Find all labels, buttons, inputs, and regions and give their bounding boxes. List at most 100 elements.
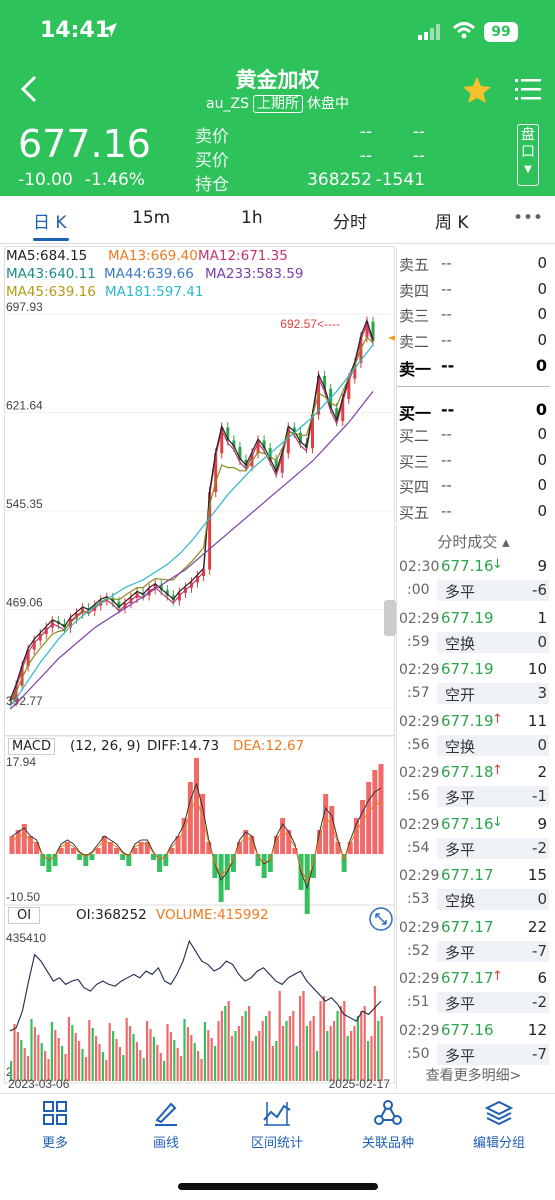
related-products-button[interactable]: 关联品种 xyxy=(333,1100,443,1151)
macd-histogram-bar xyxy=(89,854,95,860)
volume-bar xyxy=(20,1040,23,1081)
ob-label: 卖四 xyxy=(399,281,430,300)
range-stats-button[interactable]: 区间统计 xyxy=(222,1100,332,1151)
orderbook-toggle-button[interactable]: 盘口 ▼ xyxy=(517,124,539,186)
volume-bar xyxy=(203,1022,206,1081)
buy-quote: 买价 -- -- xyxy=(195,146,425,171)
edit-group-button[interactable]: 编辑分组 xyxy=(444,1100,554,1151)
tick-time: 02:29 xyxy=(399,1022,440,1039)
tick-trades-panel[interactable]: 分时成交 ▴ 02:30 677.16 ↓ 9:00 多平 -6 02:29 677.19 1:… xyxy=(396,525,549,1090)
tick-row: 02:29 677.19 ↑ 11:56 空换 0 xyxy=(397,710,549,762)
volume-bar xyxy=(54,1030,57,1081)
tick-kind: 多平 xyxy=(445,840,476,859)
volume-bar xyxy=(173,1040,176,1081)
tick-row: 02:29 677.18 ↑ 2:56 多平 -1 xyxy=(397,761,549,813)
sell-quote: 卖价 -- -- xyxy=(195,122,425,147)
tick-row: 02:29 677.16 12:50 多平 -7 xyxy=(397,1019,549,1071)
volume-bar xyxy=(316,1051,319,1081)
macd-selector[interactable]: MACD xyxy=(8,738,55,755)
macd-histogram-bar xyxy=(46,854,52,872)
chart-panel-handle[interactable] xyxy=(384,600,396,636)
tick-volume: 15 xyxy=(527,866,547,884)
tick-oi: 3 xyxy=(537,684,547,702)
volume-bar xyxy=(278,991,281,1081)
orderbook-row: 买四 -- 0 xyxy=(397,476,550,501)
volume-bar xyxy=(251,1041,254,1081)
tick-direction-icon: ↓ xyxy=(492,814,503,830)
tick-oi: -1 xyxy=(532,787,547,805)
market-state: 休盘中 xyxy=(306,96,349,112)
expand-chart-icon[interactable] xyxy=(368,906,394,932)
macd-histogram-bar xyxy=(157,854,163,872)
tick-seconds: :50 xyxy=(407,1045,430,1062)
exchange-badge: 上期所 xyxy=(252,95,303,113)
tab-weekly[interactable]: 周 K xyxy=(435,208,469,233)
max-price-marker: 692.57<---- xyxy=(280,317,340,331)
volume-bar xyxy=(166,1024,169,1081)
last-price-marker xyxy=(388,335,395,341)
status-bar: 14:41 99 xyxy=(0,0,555,58)
menu-list-icon[interactable] xyxy=(515,78,541,102)
pk-char-2: 口 xyxy=(521,144,535,160)
ob-label: 买三 xyxy=(399,452,430,471)
ob-price: -- xyxy=(441,330,452,349)
x-axis-start: 2023-03-06 xyxy=(8,1077,70,1091)
tab-1h[interactable]: 1h xyxy=(241,208,263,228)
bottom-toolbar: 更多 画线 区间统计 关联品种 编辑分组 xyxy=(0,1093,555,1157)
tick-time: 02:29 xyxy=(399,816,440,833)
volume-bar xyxy=(336,1011,339,1081)
change-percent: -1.46% xyxy=(84,170,145,190)
volume-bar xyxy=(135,1042,138,1081)
oi-selector[interactable]: OI xyxy=(8,907,41,924)
tick-kind: 空开 xyxy=(445,686,476,704)
draw-line-button[interactable]: 画线 xyxy=(111,1100,221,1151)
volume-bar xyxy=(210,1038,213,1081)
macd-histogram-bar xyxy=(194,758,199,854)
orderbook-row: 卖四 -- 0 xyxy=(397,280,550,305)
ticks-header[interactable]: 分时成交 ▴ xyxy=(397,531,549,552)
ob-price: -- xyxy=(441,425,452,443)
tick-volume: 6 xyxy=(537,969,547,987)
tab-intraday[interactable]: 分时 xyxy=(333,208,367,233)
kline-chart[interactable]: 697.93 621.64 545.35 469.06 392.77 692.57<---… xyxy=(4,246,395,1091)
tick-price: 677.19 xyxy=(441,711,494,730)
tick-row: 02:29 677.17 ↑ 6:51 多平 -2 xyxy=(397,967,549,1019)
sell-label: 卖价 xyxy=(195,127,229,147)
more-tabs-icon[interactable]: ••• xyxy=(513,208,543,228)
more-button[interactable]: 更多 xyxy=(0,1100,110,1151)
volume-bar xyxy=(78,1041,81,1081)
pk-char-1: 盘 xyxy=(521,127,535,143)
price-axis-label: 545.35 xyxy=(6,497,43,511)
volume-bar xyxy=(295,1046,298,1081)
tick-price: 677.16 xyxy=(441,557,494,575)
volume-bar xyxy=(112,1031,115,1081)
tick-kind: 多平 xyxy=(445,995,476,1013)
tick-volume: 9 xyxy=(537,557,547,575)
volume-bar xyxy=(200,1059,203,1081)
price-axis-label: 469.06 xyxy=(6,596,43,610)
volume-bar xyxy=(207,1030,210,1081)
ob-price: -- xyxy=(441,399,455,419)
macd-histogram-bar xyxy=(267,854,273,872)
ma5-label: MA5:684.15 xyxy=(6,248,88,264)
tick-row: 02:29 677.19 1:59 空换 0 xyxy=(397,607,549,659)
tab-daily[interactable]: 日 K xyxy=(33,208,67,233)
volume-bar xyxy=(380,1016,383,1081)
ob-label: 买一 xyxy=(399,403,432,423)
tick-volume: 22 xyxy=(527,917,547,936)
tick-volume: 10 xyxy=(527,660,547,678)
tick-volume: 12 xyxy=(527,1020,547,1039)
tab-15m[interactable]: 15m xyxy=(132,208,170,228)
period-tabs: 日 K 15m 1h 分时 周 K ••• xyxy=(0,196,555,244)
ob-label: 卖二 xyxy=(399,332,430,351)
volume-bar xyxy=(261,1021,264,1081)
more-details-link[interactable]: 查看更多明细> xyxy=(397,1065,549,1085)
ob-volume: 0 xyxy=(537,330,547,349)
tick-oi: -7 xyxy=(532,1044,547,1063)
ob-price: -- xyxy=(441,305,452,323)
ma5-line xyxy=(9,318,374,701)
tick-volume: 2 xyxy=(537,763,547,781)
favorite-star-icon[interactable] xyxy=(462,76,492,104)
volume-bar xyxy=(285,1021,288,1081)
more-label: 更多 xyxy=(41,1136,68,1151)
